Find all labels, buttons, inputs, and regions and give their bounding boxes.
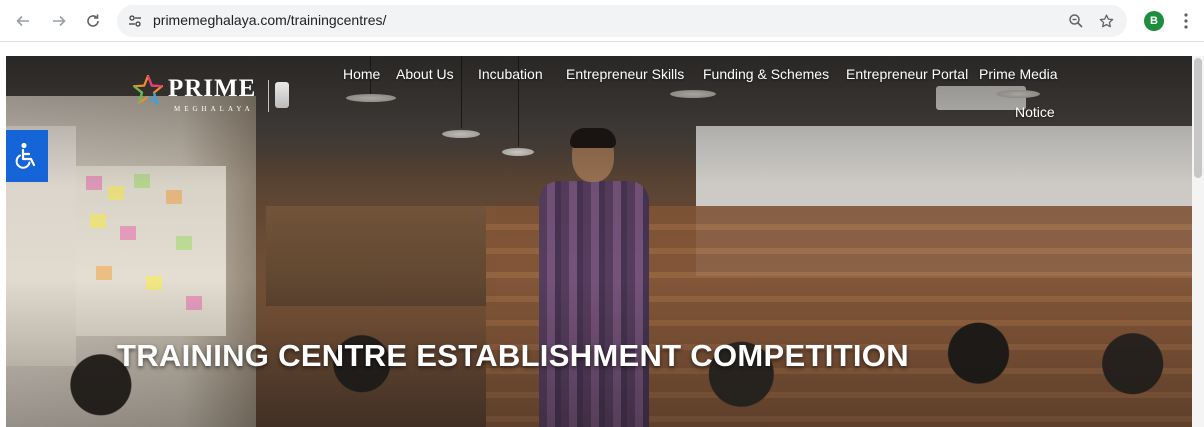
logo-subtitle: MEGHALAYA [174,105,254,113]
nav-notice[interactable]: Notice [1015,104,1055,120]
logo-wordmark: PRIME [168,75,257,102]
accessibility-button[interactable] [6,130,48,182]
nav-entrepreneur-portal[interactable]: Entrepreneur Portal [846,66,968,82]
star-outline-icon [1099,13,1113,27]
hero-banner: PRIME MEGHALAYA Home About Us Incubation… [6,56,1192,427]
browser-menu-button[interactable] [1178,8,1194,34]
nav-funding-schemes[interactable]: Funding & Schemes [703,66,829,82]
site-info-button[interactable] [123,9,147,33]
browser-toolbar: primemeghalaya.com/trainingcentres/ B [0,0,1204,42]
profile-avatar[interactable]: B [1144,11,1164,31]
reload-button[interactable] [80,8,106,34]
nav-incubation[interactable]: Incubation [478,66,543,82]
nav-prime-media[interactable]: Prime Media [979,66,1058,82]
hero-title: TRAINING CENTRE ESTABLISHMENT COMPETITIO… [117,338,909,373]
zoom-out-icon [1069,14,1083,28]
url-text[interactable]: primemeghalaya.com/trainingcentres/ [153,12,386,28]
back-button[interactable] [10,8,36,34]
nav-entrepreneur-skills[interactable]: Entrepreneur Skills [566,66,684,82]
forward-button[interactable] [46,8,72,34]
page-scrollbar[interactable] [1192,56,1204,427]
vertical-ellipsis-icon [1184,13,1188,29]
wheelchair-icon [15,142,36,169]
nav-about-us[interactable]: About Us [396,66,454,82]
scrollbar-thumb[interactable] [1194,58,1202,178]
arrow-right-icon [53,15,66,27]
tune-icon [129,15,141,27]
arrow-left-icon [16,15,29,27]
zoom-button[interactable] [1065,10,1087,32]
bookmark-button[interactable] [1095,10,1117,32]
state-emblem-icon [275,82,289,108]
prime-meghalaya-logo[interactable]: PRIME MEGHALAYA [132,74,302,122]
nav-home[interactable]: Home [343,66,380,82]
star-logo-icon [132,74,164,106]
address-bar[interactable]: primemeghalaya.com/trainingcentres/ [117,5,1127,37]
reload-icon [87,14,99,27]
